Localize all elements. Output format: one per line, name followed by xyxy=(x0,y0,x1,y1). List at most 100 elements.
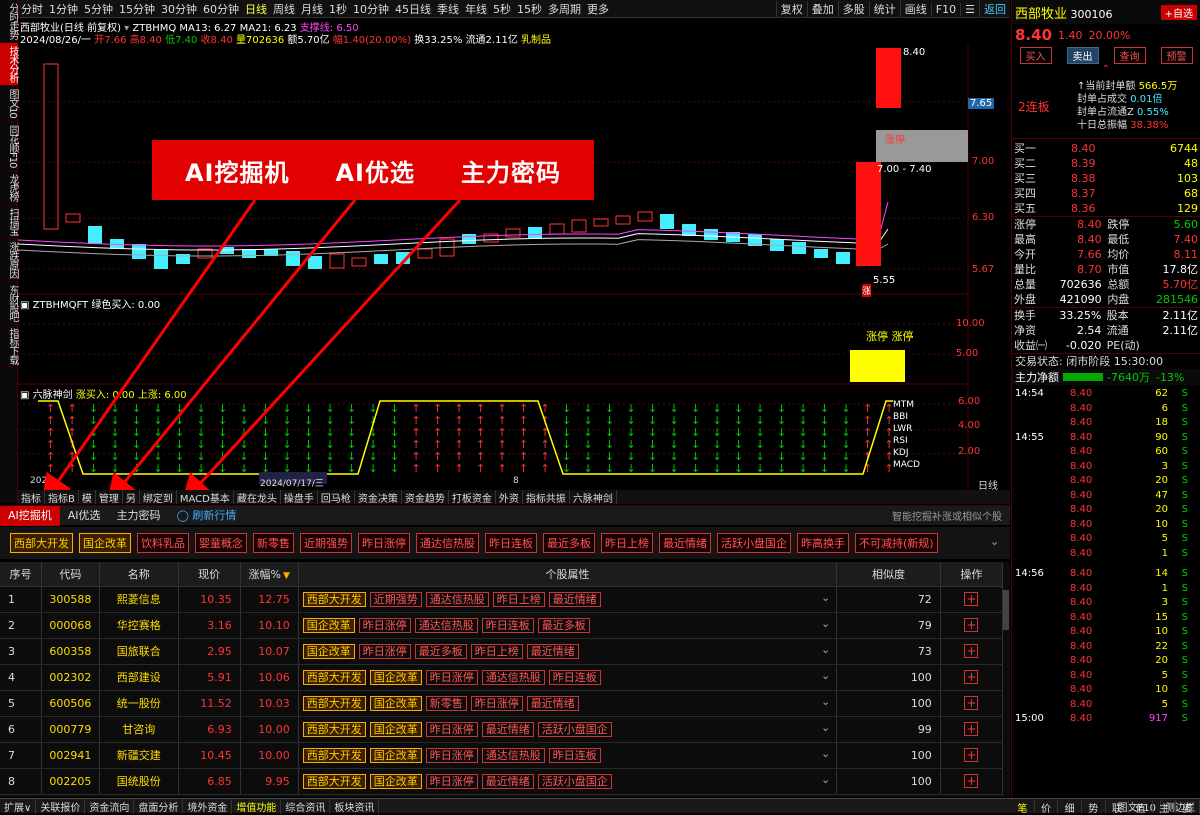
attr-tag[interactable]: 最近情绪 xyxy=(526,696,579,711)
period-1[interactable]: 1分钟 xyxy=(46,1,81,17)
add-icon[interactable]: + xyxy=(964,670,979,684)
attr-tag[interactable]: 通达信热股 xyxy=(481,748,545,763)
status-tab-6[interactable]: 综合资讯 xyxy=(281,798,331,814)
period-14[interactable]: 5秒 xyxy=(490,1,514,17)
status-tab-4[interactable]: 境外资金 xyxy=(183,798,233,814)
period-5[interactable]: 60分钟 xyxy=(200,1,242,17)
attr-tag[interactable]: 最近情绪 xyxy=(548,592,601,607)
stock-code[interactable]: 002205 xyxy=(41,768,100,795)
collapse-icon[interactable]: ⌃ xyxy=(1012,64,1200,78)
attr-tag[interactable]: 昨日上榜 xyxy=(492,592,545,607)
attr-tag[interactable]: 最近多板 xyxy=(414,644,467,659)
filter-tag-12[interactable]: 活跃小盘国企 xyxy=(717,533,791,553)
add-icon[interactable]: + xyxy=(964,696,979,710)
period-7[interactable]: 周线 xyxy=(270,1,298,17)
chevron-down-icon[interactable]: ⌄ xyxy=(821,617,830,630)
attr-tag[interactable]: 昨日连板 xyxy=(481,618,534,633)
toolbar-right-6[interactable]: ☰ xyxy=(960,2,979,16)
attr-tag[interactable]: 西部大开发 xyxy=(302,748,366,763)
table-row[interactable]: 6 000779 甘咨询 6.93 10.00 西部大开发 国企改革 昨日涨停 最近情绪 活跃小盘… xyxy=(0,716,1004,743)
toolbar-right-5[interactable]: F10 xyxy=(930,2,960,16)
chevron-down-icon[interactable]: ⌄ xyxy=(821,721,830,734)
indicator-tab-4[interactable]: 另 xyxy=(123,490,140,504)
add-watchlist-button[interactable]: +自选 xyxy=(1160,4,1197,20)
filter-tag-2[interactable]: 饮料乳品 xyxy=(137,533,189,553)
stock-code[interactable]: 002302 xyxy=(41,664,100,691)
attr-tag[interactable]: 近期强势 xyxy=(369,592,422,607)
attr-tag[interactable]: 昨日涨停 xyxy=(358,618,411,633)
attr-tag[interactable]: 昨日涨停 xyxy=(425,774,478,789)
add-icon[interactable]: + xyxy=(964,592,979,606)
quote-bottom-tab-5[interactable]: 值 xyxy=(1129,800,1153,815)
indicator-tab-15[interactable]: 六脉神剑 xyxy=(570,490,617,504)
attr-tag[interactable]: 通达信热股 xyxy=(414,618,478,633)
period-2[interactable]: 5分钟 xyxy=(81,1,116,17)
filter-tag-3[interactable]: 婴童概念 xyxy=(195,533,247,553)
period-8[interactable]: 月线 xyxy=(298,1,326,17)
attr-tag[interactable]: 最近情绪 xyxy=(481,722,534,737)
add-icon[interactable]: + xyxy=(964,748,979,762)
attr-tag[interactable]: 昨日涨停 xyxy=(425,748,478,763)
left-tab-0[interactable]: 分时走势 xyxy=(0,0,18,43)
stock-name[interactable]: 统一股份 xyxy=(99,690,179,717)
attr-tag[interactable]: 昨日涨停 xyxy=(358,644,411,659)
chevron-down-icon[interactable]: ⌄ xyxy=(821,747,830,760)
chevron-down-icon[interactable]: ⌄ xyxy=(821,773,830,786)
tab-ai-miner[interactable]: AI挖掘机 xyxy=(0,505,60,526)
indicator-tab-1[interactable]: 指标B xyxy=(45,490,79,504)
add-icon[interactable]: + xyxy=(964,774,979,788)
period-0[interactable]: 分时 xyxy=(18,1,46,17)
attr-tag[interactable]: 昨日涨停 xyxy=(470,696,523,711)
indicator-tab-12[interactable]: 打板资金 xyxy=(449,490,496,504)
attr-tag[interactable]: 国企改革 xyxy=(369,748,422,763)
attr-tag[interactable]: 西部大开发 xyxy=(302,592,366,607)
attr-tag[interactable]: 西部大开发 xyxy=(302,722,366,737)
refresh-button[interactable]: ◯ 刷新行情 xyxy=(169,506,245,526)
period-9[interactable]: 1秒 xyxy=(326,1,350,17)
status-tab-3[interactable]: 盘面分析 xyxy=(134,798,184,814)
quote-btn-3[interactable]: 预警 xyxy=(1160,46,1193,64)
toolbar-right-1[interactable]: 叠加 xyxy=(806,1,838,17)
period-17[interactable]: 更多 xyxy=(584,1,612,17)
toolbar-right-0[interactable]: 复权 xyxy=(775,1,807,17)
table-row[interactable]: 8 002205 国统股份 6.85 9.95 西部大开发 国企改革 昨日涨停 最近情绪 活跃小盘… xyxy=(0,768,1004,795)
quote-bottom-tab-1[interactable]: 价 xyxy=(1035,800,1059,815)
attr-tag[interactable]: 国企改革 xyxy=(302,644,355,659)
chevron-down-icon[interactable]: ⌄ xyxy=(990,535,999,548)
filter-tag-1[interactable]: 国企改革 xyxy=(79,533,131,553)
attr-tag[interactable]: 昨日连板 xyxy=(548,748,601,763)
period-3[interactable]: 15分钟 xyxy=(116,1,158,17)
quote-bottom-tab-4[interactable]: 联 xyxy=(1106,800,1130,815)
indicator-tab-7[interactable]: 藏在龙头 xyxy=(234,490,281,504)
toolbar-right-4[interactable]: 画线 xyxy=(899,1,931,17)
col-header-4[interactable]: 涨幅% ▼ xyxy=(240,562,299,587)
attr-tag[interactable]: 昨日上榜 xyxy=(470,644,523,659)
period-15[interactable]: 15秒 xyxy=(514,1,545,17)
chevron-down-icon[interactable]: ⌄ xyxy=(821,643,830,656)
attr-tag[interactable]: 活跃小盘国企 xyxy=(537,774,612,789)
period-16[interactable]: 多周期 xyxy=(545,1,584,17)
stock-code[interactable]: 600506 xyxy=(41,690,100,717)
quote-btn-2[interactable]: 查询 xyxy=(1113,46,1146,64)
add-icon[interactable]: + xyxy=(964,722,979,736)
indicator-tab-5[interactable]: 绑定到 xyxy=(140,490,177,504)
status-tab-2[interactable]: 资金流向 xyxy=(85,798,135,814)
period-11[interactable]: 45日线 xyxy=(392,1,434,17)
attr-tag[interactable]: 通达信热股 xyxy=(481,670,545,685)
filter-tag-6[interactable]: 昨日涨停 xyxy=(358,533,410,553)
filter-tag-4[interactable]: 新零售 xyxy=(253,533,294,553)
attr-tag[interactable]: 国企改革 xyxy=(302,618,355,633)
period-12[interactable]: 季线 xyxy=(434,1,462,17)
quote-bottom-tab-6[interactable]: 主 xyxy=(1153,800,1177,815)
indicator-tab-3[interactable]: 管理 xyxy=(96,490,123,504)
attr-tag[interactable]: 通达信热股 xyxy=(425,592,489,607)
attr-tag[interactable]: 昨日涨停 xyxy=(425,670,478,685)
indicator-tab-13[interactable]: 外资 xyxy=(496,490,523,504)
indicator-tab-10[interactable]: 资金决策 xyxy=(355,490,402,504)
attr-tag[interactable]: 最近情绪 xyxy=(526,644,579,659)
indicator-tab-2[interactable]: 模 xyxy=(79,490,96,504)
indicator-tab-6[interactable]: MACD基本 xyxy=(177,490,234,504)
status-tab-5[interactable]: 增值功能 xyxy=(232,798,282,814)
tab-main-code[interactable]: 主力密码 xyxy=(109,506,169,526)
attr-tag[interactable]: 国企改革 xyxy=(369,670,422,685)
